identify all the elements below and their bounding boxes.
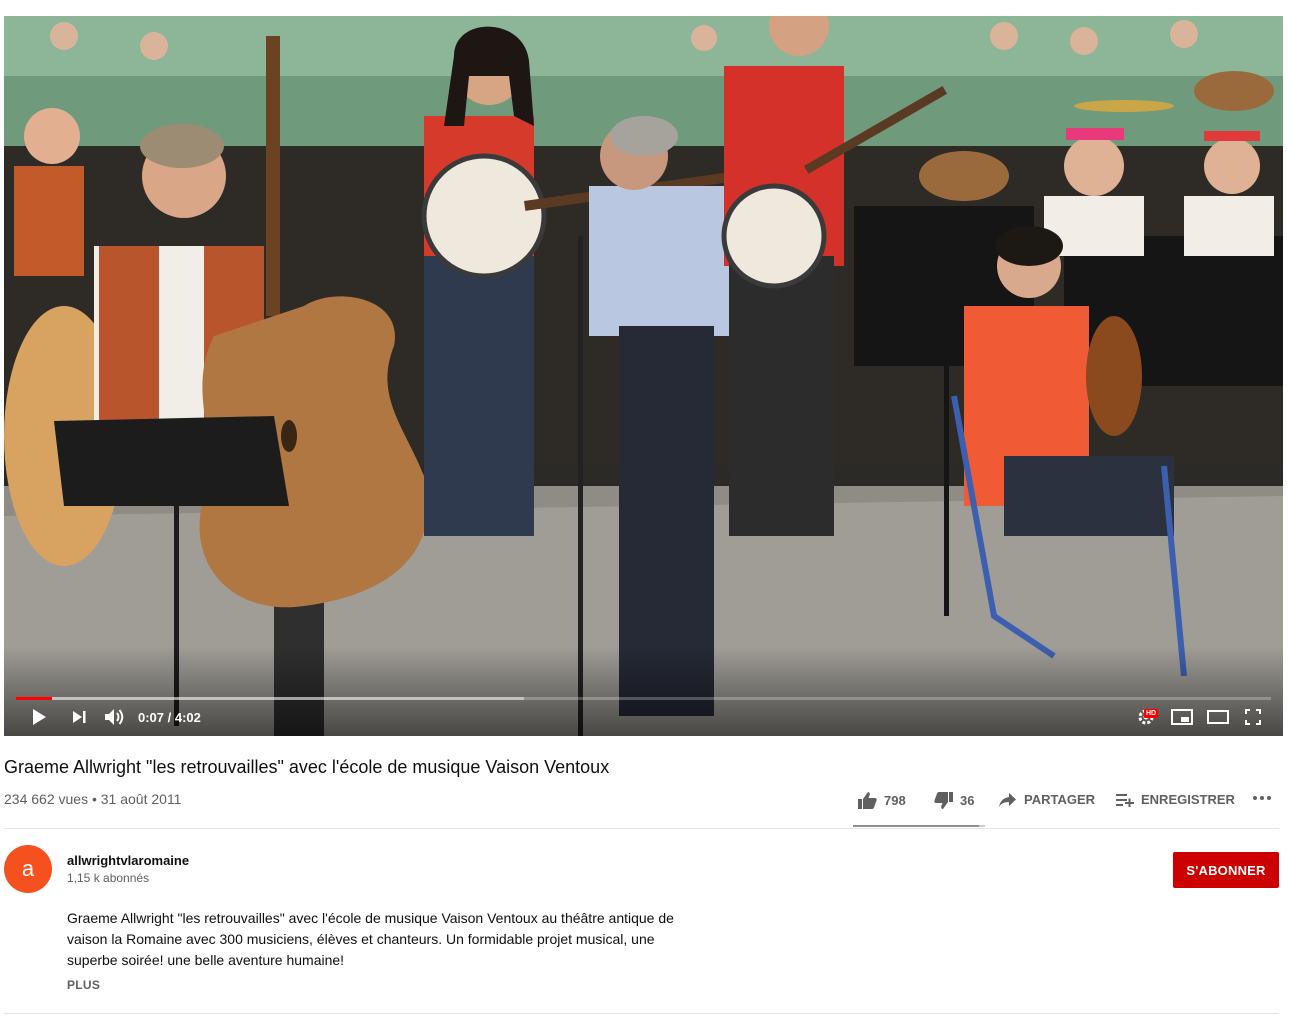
channel-avatar[interactable]: a xyxy=(4,845,52,893)
thumbs-down-icon xyxy=(934,792,953,809)
next-button[interactable] xyxy=(68,706,90,728)
current-time: 0:07 xyxy=(138,710,165,725)
like-count: 798 xyxy=(884,793,906,808)
theater-mode-icon xyxy=(1207,710,1229,724)
fullscreen-button[interactable] xyxy=(1242,706,1264,728)
progress-played xyxy=(16,697,53,700)
share-label: PARTAGER xyxy=(1024,792,1096,807)
duration: 4:02 xyxy=(174,710,201,725)
theater-mode-button[interactable] xyxy=(1206,706,1230,728)
more-horizontal-icon xyxy=(1253,796,1271,800)
thumbs-up-icon xyxy=(858,792,877,809)
play-icon xyxy=(33,709,46,725)
playlist-add-icon xyxy=(1116,793,1134,807)
next-icon xyxy=(73,711,86,723)
hd-badge: HD xyxy=(1144,709,1159,718)
video-description: Graeme Allwright "les retrouvailles" ave… xyxy=(67,910,674,968)
sentiment-like-fill xyxy=(853,825,980,827)
meta-separator: • xyxy=(88,791,101,807)
dislike-button[interactable]: 36 xyxy=(934,792,974,809)
miniplayer-button[interactable] xyxy=(1170,706,1194,728)
like-button[interactable]: 798 xyxy=(858,792,906,809)
save-label: ENREGISTRER xyxy=(1141,792,1235,807)
video-meta: 234 662 vues • 31 août 2011 xyxy=(4,791,181,807)
channel-name[interactable]: allwrightvlaromaine xyxy=(67,853,189,868)
show-more-button[interactable]: PLUS xyxy=(67,978,100,992)
upload-date: 31 août 2011 xyxy=(100,791,182,807)
dislike-count: 36 xyxy=(960,793,975,808)
time-separator: / xyxy=(164,710,175,725)
view-count: 234 662 vues xyxy=(4,791,89,807)
progress-bar[interactable] xyxy=(16,697,1271,700)
subscribe-button[interactable]: S'ABONNER xyxy=(1173,852,1279,888)
divider-bottom xyxy=(4,1013,1279,1014)
volume-button[interactable] xyxy=(102,706,128,728)
more-actions-button[interactable] xyxy=(1253,796,1271,800)
time-display: 0:07 / 4:02 xyxy=(138,710,201,725)
video-frame xyxy=(4,16,1283,736)
miniplayer-icon xyxy=(1171,709,1193,725)
sentiment-bar xyxy=(853,825,985,827)
save-button[interactable]: ENREGISTRER xyxy=(1116,792,1235,807)
share-arrow-icon xyxy=(999,792,1016,807)
subscriber-count: 1,15 k abonnés xyxy=(67,871,150,885)
fullscreen-icon xyxy=(1245,709,1261,725)
divider-top xyxy=(4,828,1279,829)
play-button[interactable] xyxy=(28,706,50,728)
video-title: Graeme Allwright "les retrouvailles" ave… xyxy=(4,757,610,777)
share-button[interactable]: PARTAGER xyxy=(999,792,1095,807)
video-player[interactable]: 0:07 / 4:02 HD xyxy=(4,16,1283,736)
volume-icon xyxy=(105,709,124,725)
progress-buffered xyxy=(16,697,525,700)
